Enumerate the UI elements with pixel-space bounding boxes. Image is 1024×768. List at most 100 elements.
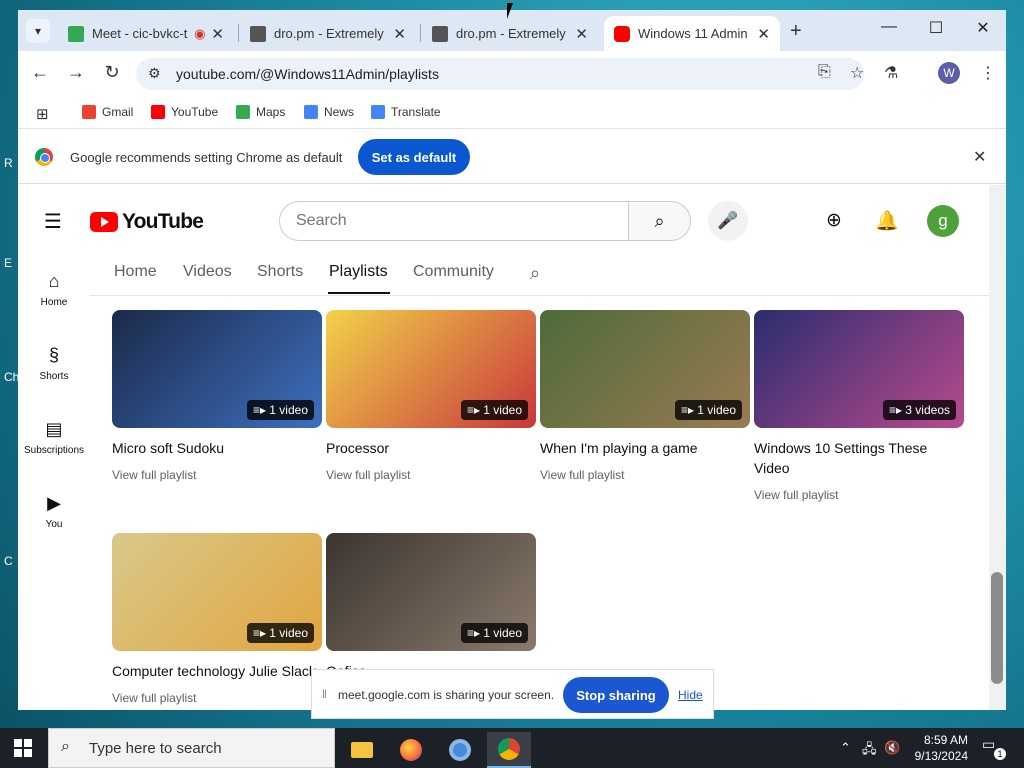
channel-search-icon[interactable]: ⌕ <box>530 263 540 284</box>
apps-grid-icon[interactable]: ⊞ <box>36 105 49 123</box>
tab-community[interactable]: Community <box>413 263 494 281</box>
notification-center-icon[interactable]: ▭ 1 <box>982 736 1006 760</box>
tab-youtube-active[interactable]: Windows 11 Admin - ✕ <box>604 16 780 51</box>
playlist-title[interactable]: Processor <box>326 438 536 458</box>
view-full-playlist-link[interactable]: View full playlist <box>326 468 536 482</box>
browser-window: ▾ Meet - cic-bvkc-t ◉ ✕ dro.pm - Extreme… <box>18 10 1006 710</box>
guide-item-home[interactable]: ⌂ Home <box>18 271 90 308</box>
tray-chevron-icon[interactable]: ⌃ <box>840 740 851 756</box>
playlist-title[interactable]: Computer technology Julie Slack <box>112 661 322 681</box>
playlist-card[interactable]: ≡▸ 3 videos Windows 10 Settings These Vi… <box>754 310 964 502</box>
tab-close-icon[interactable]: ✕ <box>393 25 406 43</box>
taskbar-clock[interactable]: 8:59 AM 9/13/2024 <box>898 732 968 764</box>
tab-playlists[interactable]: Playlists <box>329 263 388 281</box>
news-icon <box>304 105 318 119</box>
new-tab-icon[interactable]: + <box>790 20 802 43</box>
kebab-menu-icon[interactable]: ⋮ <box>980 63 996 83</box>
browser-toolbar: ← → ↻ ⚙ youtube.com/@Windows11Admin/play… <box>18 51 1006 97</box>
tab-search-dropdown-icon[interactable]: ▾ <box>26 19 50 43</box>
screen-share-banner: ‖ meet.google.com is sharing your screen… <box>311 669 714 719</box>
guide-item-you[interactable]: ▶ You <box>18 493 90 530</box>
notifications-bell-icon[interactable]: 🔔 <box>875 209 899 233</box>
chrome-taskbar-icon[interactable] <box>487 732 531 768</box>
taskbar-search-text: Type here to search <box>89 740 222 757</box>
firefox-icon[interactable] <box>389 732 433 768</box>
tab-drop-pm-1[interactable]: dro.pm - Extremely S ✕ <box>240 16 416 51</box>
bookmark-star-icon[interactable]: ☆ <box>850 63 864 83</box>
hamburger-menu-icon[interactable]: ☰ <box>44 209 62 234</box>
view-full-playlist-link[interactable]: View full playlist <box>112 468 322 482</box>
bookmark-news[interactable]: News <box>304 105 354 119</box>
hide-link[interactable]: Hide <box>678 688 703 702</box>
voice-search-button[interactable]: 🎤 <box>708 201 748 241</box>
bookmark-gmail[interactable]: Gmail <box>82 105 133 119</box>
tab-meet[interactable]: Meet - cic-bvkc-t ◉ ✕ <box>58 16 234 51</box>
back-icon[interactable]: ← <box>28 62 52 83</box>
user-avatar[interactable]: g <box>927 205 959 237</box>
playlist-thumbnail[interactable]: ≡▸ 1 video <box>326 533 536 651</box>
youtube-icon <box>151 105 165 119</box>
start-windows-icon[interactable] <box>14 739 32 757</box>
playlist-thumbnail[interactable]: ≡▸ 3 videos <box>754 310 964 428</box>
forward-icon[interactable]: → <box>64 62 88 83</box>
view-full-playlist-link[interactable]: View full playlist <box>754 488 964 502</box>
search-input[interactable] <box>280 202 628 240</box>
tab-drop-pm-2[interactable]: dro.pm - Extremely S ✕ <box>422 16 598 51</box>
profile-avatar[interactable]: W <box>938 62 960 84</box>
search-button[interactable]: ⌕ <box>628 201 691 241</box>
stop-sharing-button[interactable]: Stop sharing <box>563 677 669 713</box>
playlist-title[interactable]: Windows 10 Settings These Video <box>754 438 964 478</box>
guide-item-shorts[interactable]: § Shorts <box>18 345 90 382</box>
tab-home[interactable]: Home <box>114 263 157 281</box>
playlist-card[interactable]: ≡▸ 1 video Oofice <box>326 533 536 681</box>
dro-pm-favicon-icon <box>432 25 448 42</box>
video-count-badge: ≡▸ 1 video <box>246 623 314 643</box>
window-close-icon[interactable]: ✕ <box>960 18 1006 38</box>
tab-videos[interactable]: Videos <box>183 263 232 281</box>
playlist-card[interactable]: ≡▸ 1 video When I'm playing a game View … <box>540 310 750 482</box>
url-text[interactable]: youtube.com/@Windows11Admin/playlists <box>176 66 439 82</box>
playlist-thumbnail[interactable]: ≡▸ 1 video <box>112 310 322 428</box>
infobar-close-icon[interactable]: ✕ <box>973 147 986 167</box>
playlist-thumbnail[interactable]: ≡▸ 1 video <box>326 310 536 428</box>
set-as-default-button[interactable]: Set as default <box>358 139 470 175</box>
windows-taskbar: ⌕ Type here to search ⌃ 🖧 🔇 8:59 AM 9/13… <box>0 728 1024 768</box>
network-icon[interactable]: 🖧 <box>862 740 877 762</box>
youtube-favicon-icon <box>614 25 630 42</box>
playlist-thumbnail[interactable]: ≡▸ 1 video <box>540 310 750 428</box>
youtube-logo[interactable]: YouTube <box>90 210 204 234</box>
playlist-card[interactable]: ≡▸ 1 video Computer technology Julie Sla… <box>112 533 322 705</box>
chromium-icon[interactable] <box>438 732 482 768</box>
address-bar[interactable]: ⚙ youtube.com/@Windows11Admin/playlists … <box>136 58 864 90</box>
gmail-icon <box>82 105 96 119</box>
tab-close-icon[interactable]: ✕ <box>575 25 588 43</box>
clock-time: 8:59 AM <box>923 733 968 747</box>
labs-flask-icon[interactable]: ⚗ <box>884 63 898 83</box>
install-app-icon[interactable]: ⎘ <box>818 63 831 81</box>
tab-close-icon[interactable]: ✕ <box>211 25 224 43</box>
tab-shorts[interactable]: Shorts <box>257 263 303 281</box>
bookmark-maps[interactable]: Maps <box>236 105 285 119</box>
playlist-thumbnail[interactable]: ≡▸ 1 video <box>112 533 322 651</box>
playlist-title[interactable]: Micro soft Sudoku <box>112 438 322 458</box>
minimize-icon[interactable]: — <box>866 18 912 36</box>
bookmark-translate[interactable]: Translate <box>371 105 441 119</box>
bookmark-youtube[interactable]: YouTube <box>151 105 218 119</box>
view-full-playlist-link[interactable]: View full playlist <box>540 468 750 482</box>
reload-icon[interactable]: ↻ <box>100 62 124 83</box>
drag-handle-icon[interactable]: ‖ <box>322 687 327 701</box>
view-full-playlist-link[interactable]: View full playlist <box>112 691 322 705</box>
file-explorer-icon[interactable] <box>340 732 384 768</box>
guide-item-subscriptions[interactable]: ▤ Subscriptions <box>18 419 90 456</box>
maximize-icon[interactable]: ☐ <box>913 18 959 38</box>
taskbar-search[interactable]: ⌕ Type here to search <box>48 728 335 768</box>
youtube-play-icon <box>90 212 118 232</box>
scrollbar-thumb[interactable] <box>991 572 1003 684</box>
guide-label: You <box>45 519 63 530</box>
playlist-title[interactable]: When I'm playing a game <box>540 438 750 458</box>
playlist-card[interactable]: ≡▸ 1 video Micro soft Sudoku View full p… <box>112 310 322 482</box>
create-video-icon[interactable]: ⊕ <box>826 209 842 232</box>
tab-close-icon[interactable]: ✕ <box>757 25 770 43</box>
site-info-icon[interactable]: ⚙ <box>148 65 161 82</box>
playlist-card[interactable]: ≡▸ 1 video Processor View full playlist <box>326 310 536 482</box>
